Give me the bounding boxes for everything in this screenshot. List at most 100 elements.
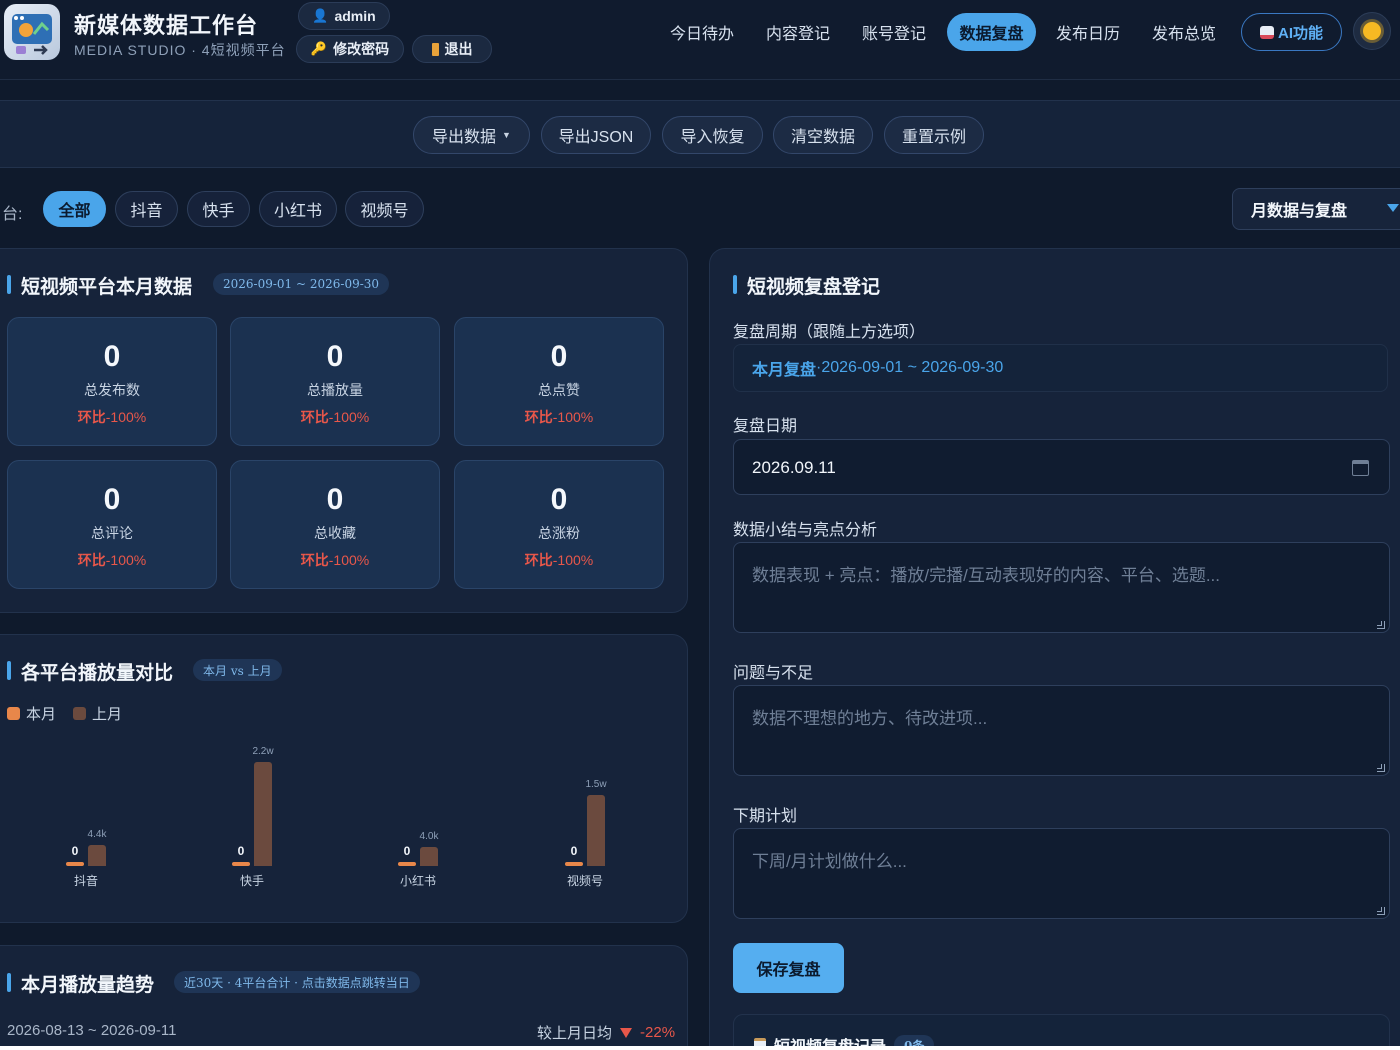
nav-today-todo[interactable]: 今日待办 <box>660 13 744 51</box>
legend-label: 上月 <box>92 706 123 723</box>
platform-chip-all[interactable]: 全部 <box>43 191 106 227</box>
nav-content-register[interactable]: 内容登记 <box>756 13 840 51</box>
trend-compare: 较上月日均 -22% <box>537 1022 675 1043</box>
export-data-button[interactable]: 导出数据 ▼ <box>413 116 530 154</box>
plan-placeholder: 下周/月计划做什么... <box>752 852 907 871</box>
review-date-value: 2026.09.11 <box>752 458 836 477</box>
stat-change: 环比-100% <box>300 552 370 568</box>
bar-previous-1[interactable] <box>254 762 272 866</box>
username: admin <box>334 8 376 24</box>
bar-previous-label: 1.5w <box>585 779 607 791</box>
reset-sample-button[interactable]: 重置示例 <box>884 116 984 154</box>
bar-previous-0[interactable] <box>88 845 106 866</box>
bar-category-label: 视频号 <box>566 874 603 888</box>
bottom-edge <box>0 1046 1400 1050</box>
change-password-label: 修改密码 <box>333 41 390 57</box>
stat-value: 0 <box>103 340 121 373</box>
bar-previous-label: 2.2w <box>252 746 274 757</box>
trend-compare-value: -22% <box>640 1024 676 1041</box>
period-strong: 本月复盘 <box>752 362 817 379</box>
caret-down-icon[interactable] <box>1387 204 1399 212</box>
stat-value: 0 <box>326 483 344 516</box>
issues-label: 问题与不足 <box>733 665 814 682</box>
stat-card-favorites: 0 总收藏 环比-100% <box>230 460 440 589</box>
stat-card-plays: 0 总播放量 环比-100% <box>230 317 440 446</box>
bar-current-label: 0 <box>403 844 411 858</box>
bar-current-0[interactable] <box>66 862 84 866</box>
stat-card-comments: 0 总评论 环比-100% <box>7 460 217 589</box>
clear-data-button[interactable]: 清空数据 <box>773 116 873 154</box>
platform-filter-label: 台: <box>2 206 23 223</box>
stat-card-posts: 0 总发布数 环比-100% <box>7 317 217 446</box>
app-header: 新媒体数据工作台 MEDIA STUDIO · 4短视频平台 👤 admin 🔑… <box>0 0 1400 80</box>
date-label: 复盘日期 <box>733 418 798 435</box>
data-toolbar: 导出数据 ▼ 导出JSON 导入恢复 清空数据 重置示例 <box>0 100 1400 168</box>
robot-icon <box>1259 25 1274 39</box>
down-arrow-icon <box>620 1027 633 1038</box>
user-badge[interactable]: 👤 admin <box>298 2 390 30</box>
calendar-icon[interactable] <box>1352 460 1369 476</box>
resize-handle-icon[interactable] <box>1377 907 1385 915</box>
stat-label: 总播放量 <box>307 382 363 398</box>
stat-value: 0 <box>103 483 121 516</box>
nav-publish-overview[interactable]: 发布总览 <box>1142 13 1226 51</box>
platform-chip-xiaohongshu[interactable]: 小红书 <box>259 191 337 227</box>
stat-change: 环比-100% <box>300 409 370 425</box>
import-restore-button[interactable]: 导入恢复 <box>662 116 763 154</box>
stat-label: 总收藏 <box>314 525 356 541</box>
summary-label: 数据小结与亮点分析 <box>733 522 878 539</box>
save-review-button[interactable]: 保存复盘 <box>733 943 844 993</box>
theme-toggle-button[interactable] <box>1353 12 1391 50</box>
plan-textarea[interactable]: 下周/月计划做什么... <box>733 828 1390 919</box>
bar-current-label: 0 <box>570 844 578 858</box>
stat-label: 总涨粉 <box>538 525 580 541</box>
bar-current-3[interactable] <box>565 862 583 866</box>
sun-icon <box>1363 22 1381 40</box>
nav-account-register[interactable]: 账号登记 <box>852 13 936 51</box>
nav-publish-calendar[interactable]: 发布日历 <box>1046 13 1130 51</box>
key-icon: 🔑 <box>310 41 328 56</box>
stat-label: 总发布数 <box>84 382 140 398</box>
summary-textarea[interactable]: 数据表现 + 亮点：播放/完播/互动表现好的内容、平台、选题... <box>733 542 1390 633</box>
review-records-panel: 短视频复盘记录 0条 <box>733 1014 1390 1050</box>
ai-feature-button[interactable]: AI功能 <box>1241 13 1342 51</box>
resize-handle-icon[interactable] <box>1377 764 1385 772</box>
stat-change: 环比-100% <box>77 409 147 425</box>
stat-label: 总评论 <box>91 525 133 541</box>
trend-title: 本月播放量趋势 <box>7 970 154 997</box>
platform-chip-shipinhao[interactable]: 视频号 <box>345 191 424 227</box>
issues-textarea[interactable]: 数据不理想的地方、待改进项... <box>733 685 1390 776</box>
monthly-data-title: 短视频平台本月数据 <box>7 272 192 299</box>
bar-previous-label: 4.4k <box>87 829 107 841</box>
bar-previous-3[interactable] <box>587 795 605 866</box>
trend-compare-label: 较上月日均 <box>537 1025 613 1042</box>
bar-current-2[interactable] <box>398 862 416 866</box>
bar-previous-label: 4.0k <box>419 831 439 843</box>
bar-current-1[interactable] <box>232 862 250 866</box>
bar-category-label: 快手 <box>239 874 264 888</box>
change-password-button[interactable]: 🔑 修改密码 <box>296 35 404 63</box>
ai-feature-label: AI功能 <box>1277 24 1323 42</box>
legend-swatch <box>7 707 20 720</box>
legend-label: 本月 <box>26 706 57 723</box>
view-mode-select[interactable]: 月数据与复盘 <box>1232 188 1400 230</box>
trend-range: 2026-08-13 ~ 2026-09-11 <box>7 1022 177 1039</box>
period-range: ·2026-09-01 ~ 2026-09-30 <box>816 359 1004 376</box>
monthly-range-tag: 2026-09-01 ~ 2026-09-30 <box>213 273 390 295</box>
stat-value: 0 <box>550 340 568 373</box>
logout-icon <box>431 42 439 56</box>
legend-swatch <box>73 707 86 720</box>
bar-previous-2[interactable] <box>420 847 438 866</box>
platform-chip-douyin[interactable]: 抖音 <box>115 191 178 227</box>
resize-handle-icon[interactable] <box>1377 621 1385 629</box>
export-json-button[interactable]: 导出JSON <box>541 116 651 154</box>
review-date-input[interactable]: 2026.09.11 <box>733 439 1390 495</box>
nav-data-review[interactable]: 数据复盘 <box>947 13 1036 51</box>
compare-tag: 本月 vs 上月 <box>193 659 282 681</box>
plan-label: 下期计划 <box>733 808 798 825</box>
stat-value: 0 <box>550 483 568 516</box>
stat-change: 环比-100% <box>524 409 594 425</box>
logout-button[interactable]: 退出 <box>412 35 492 63</box>
platform-chip-kuaishou[interactable]: 快手 <box>187 191 250 227</box>
caret-down-icon: ▼ <box>502 130 511 140</box>
